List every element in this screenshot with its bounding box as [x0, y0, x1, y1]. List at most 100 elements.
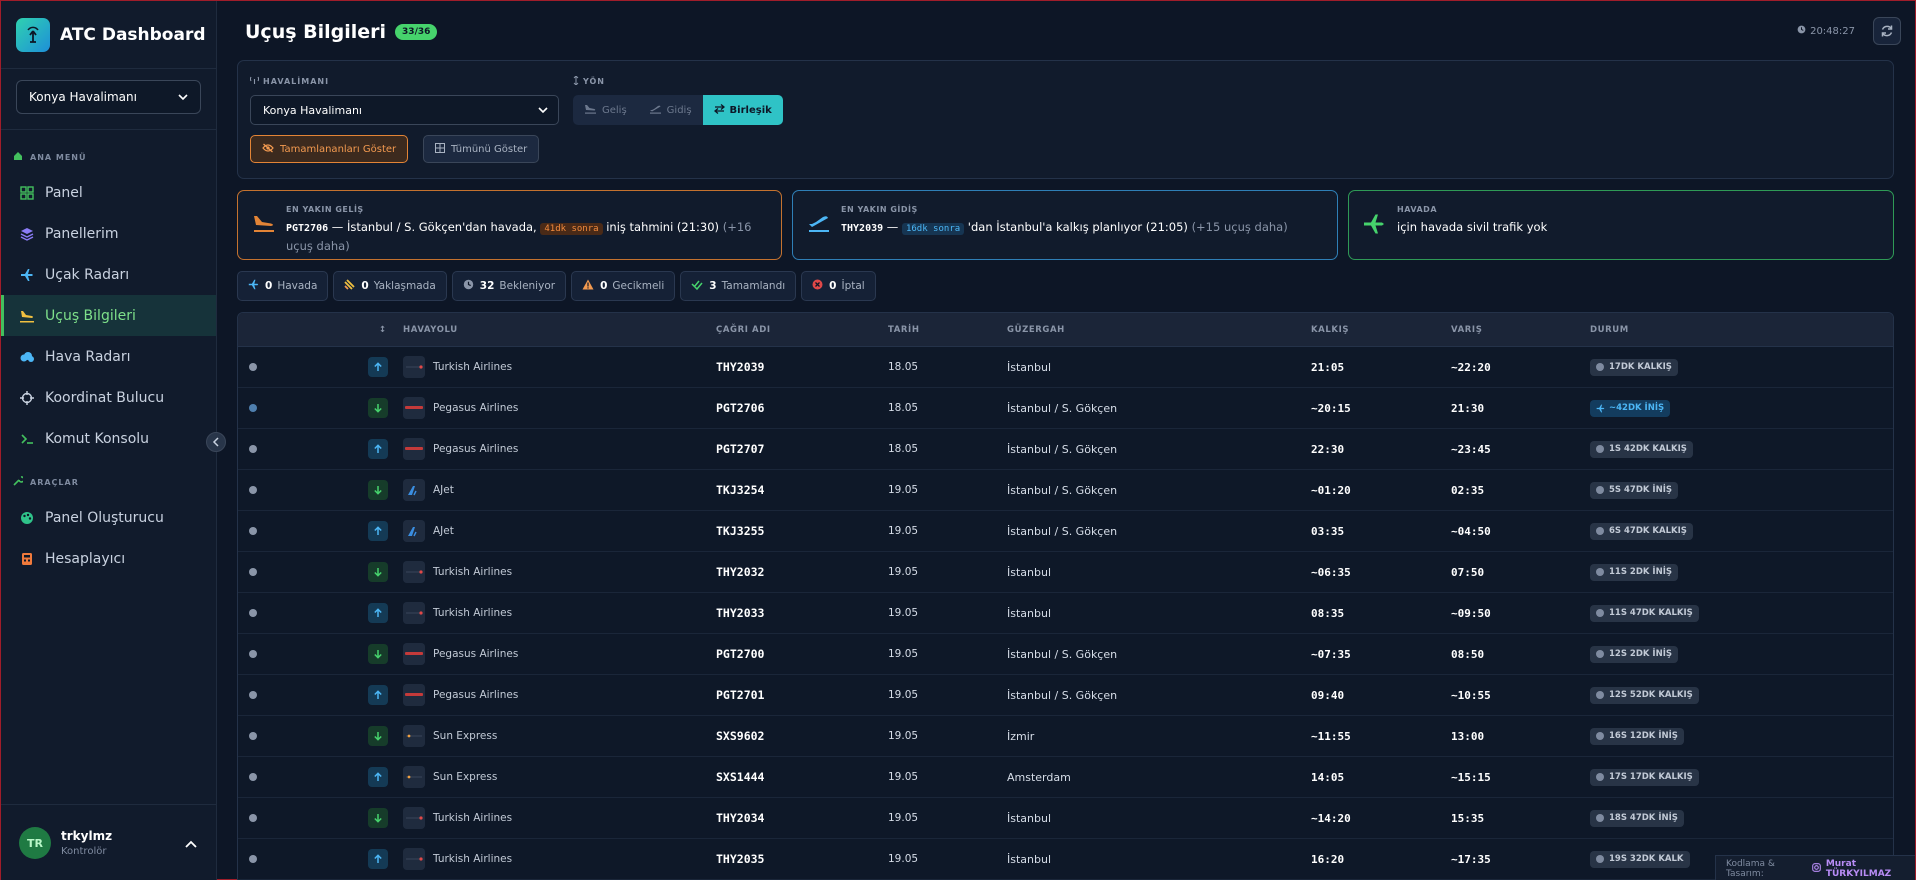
airline-logo [403, 643, 425, 665]
departure-callsign[interactable]: THY2039 [841, 223, 883, 234]
sidebar-item-komut-konsolu[interactable]: Komut Konsolu [1, 418, 216, 459]
sidebar-item-hava-radari[interactable]: Hava Radarı [1, 336, 216, 377]
user-profile[interactable]: TR trkylmz Kontrolör [1, 804, 217, 880]
stats-bar: 0 Havada 0 Yaklaşmada 32 Bekleniyor 0 Gecikm… [237, 271, 881, 301]
arrow-down-icon [368, 398, 388, 418]
row-status-dot [249, 854, 257, 863]
sidebar-collapse-button[interactable] [206, 432, 226, 452]
table-row[interactable]: Sun Express SXS1444 19.05 Amsterdam 14:05 ~15… [238, 757, 1893, 798]
table-row[interactable]: Turkish Airlines THY2035 19.05 İstanbul 16:2… [238, 839, 1893, 880]
stat-label: Yaklaşmada [373, 280, 436, 292]
stat-waiting[interactable]: 32 Bekleniyor [451, 271, 567, 301]
row-status-dot [249, 731, 257, 740]
show-completed-button[interactable]: Tamamlananları Göster [250, 135, 409, 163]
crosshair-icon [19, 390, 35, 406]
table-row[interactable]: Pegasus Airlines PGT2707 18.05 İstanbul / S… [238, 429, 1893, 470]
status-badge: 11S 47DK KALKIŞ [1590, 604, 1699, 622]
airborne-card: HAVADA için havada sivil trafik yok [1348, 190, 1894, 260]
flight-route: İstanbul / S. Gökçen [1007, 483, 1118, 497]
arrival-callsign[interactable]: PGT2706 [286, 223, 328, 234]
flight-date: 19.05 [888, 648, 919, 660]
arrival-card-text: PGT2706 — İstanbul / S. Gökçen'dan havad… [286, 220, 752, 253]
stat-cancelled[interactable]: 0 İptal [801, 271, 876, 301]
palette-icon [19, 510, 35, 526]
airport-select[interactable]: Konya Havalimanı [250, 95, 559, 125]
callsign: THY2035 [716, 852, 765, 866]
stat-value: 32 [479, 280, 495, 292]
sidebar-item-panel-olusturucu[interactable]: Panel Oluşturucu [1, 497, 216, 538]
col-departure[interactable]: KALKIŞ [1311, 325, 1451, 335]
layers-icon [19, 226, 35, 242]
sidebar-item-panel[interactable]: Panel [1, 172, 216, 213]
status-text: 17DK KALKIŞ [1609, 362, 1672, 372]
flight-route: İzmir [1007, 729, 1035, 743]
col-callsign[interactable]: ÇAĞRI ADI [716, 325, 888, 335]
sidebar-item-label: Komut Konsolu [45, 430, 150, 447]
direction-combined-button[interactable]: Birleşik [702, 95, 783, 125]
status-badge: 18S 47DK İNİŞ [1590, 809, 1684, 827]
nearest-arrival-card[interactable]: EN YAKIN GELİŞ PGT2706 — İstanbul / S. G… [237, 190, 782, 260]
col-status[interactable]: DURUM [1590, 325, 1893, 335]
table-row[interactable]: Pegasus Airlines PGT2700 19.05 İstanbul / S… [238, 634, 1893, 675]
stat-approach[interactable]: 0 Yaklaşmada [333, 271, 447, 301]
arrow-down-icon [368, 726, 388, 746]
plane-takeoff-icon [807, 213, 831, 237]
nearest-departure-card[interactable]: EN YAKIN GİDİŞ THY2039 — 16dk sonra 'dan… [792, 190, 1338, 260]
chevron-up-icon[interactable] [185, 835, 197, 854]
plane-landing-icon [584, 104, 597, 117]
col-direction-sort[interactable]: ↕ [302, 325, 403, 335]
arrow-up-icon [368, 849, 388, 869]
departure-time: ~01:20 [1311, 483, 1351, 497]
col-date[interactable]: TARİH [888, 325, 1007, 335]
departure-time: ~07:35 [1311, 647, 1351, 661]
table-row[interactable]: AJet TKJ3255 19.05 İstanbul / S. Gökçen 03:3… [238, 511, 1893, 552]
airline-name: Sun Express [433, 771, 498, 783]
stat-value: 0 [829, 280, 837, 292]
refresh-button[interactable] [1873, 17, 1901, 45]
departure-time: 14:05 [1311, 770, 1345, 784]
arrow-up-icon [368, 521, 388, 541]
sidebar-item-panellerim[interactable]: Panellerim [1, 213, 216, 254]
table-row[interactable]: Sun Express SXS9602 19.05 İzmir ~11:55 13:00 1… [238, 716, 1893, 757]
col-airline[interactable]: HAVAYOLU [403, 325, 716, 335]
airport-filter-label: HAVALİMANI [249, 76, 329, 86]
arrival-time: ~10:55 [1451, 688, 1491, 702]
airline-logo [403, 561, 425, 583]
sidebar-item-label: Uçuş Bilgileri [45, 307, 136, 324]
callsign: THY2032 [716, 565, 765, 579]
grid-icon [19, 185, 35, 201]
col-arrival[interactable]: VARIŞ [1451, 325, 1590, 335]
flight-route: İstanbul [1007, 852, 1052, 866]
table-row[interactable]: Turkish Airlines THY2032 19.05 İstanbul ~06:… [238, 552, 1893, 593]
table-row[interactable]: AJet TKJ3254 19.05 İstanbul / S. Gökçen ~01:… [238, 470, 1893, 511]
table-row[interactable]: Turkish Airlines THY2033 19.05 İstanbul 08:3… [238, 593, 1893, 634]
stat-delayed[interactable]: 0 Gecikmeli [571, 271, 676, 301]
sidebar-item-koordinat-bulucu[interactable]: Koordinat Bulucu [1, 377, 216, 418]
stat-value: 3 [709, 280, 717, 292]
stat-completed[interactable]: 3 Tamamlandı [680, 271, 797, 301]
table-row[interactable]: Turkish Airlines THY2039 18.05 İstanbul 21:0… [238, 347, 1893, 388]
table-row[interactable]: Pegasus Airlines PGT2706 18.05 İstanbul / S… [238, 388, 1893, 429]
status-badge: 19S 32DK KALK [1590, 850, 1690, 868]
row-status-dot [249, 567, 257, 576]
table-row[interactable]: Turkish Airlines THY2034 19.05 İstanbul ~14:… [238, 798, 1893, 839]
stat-value: 0 [600, 280, 608, 292]
sidebar-item-ucak-radari[interactable]: Uçak Radarı [1, 254, 216, 295]
col-route[interactable]: GÜZERGAH [1007, 325, 1311, 335]
sidebar-airport-select[interactable]: Konya Havalimanı [16, 80, 201, 114]
stat-label: Gecikmeli [612, 280, 665, 292]
airline-name: AJet [433, 525, 454, 537]
sidebar-item-ucus-bilgileri[interactable]: Uçuş Bilgileri [1, 295, 216, 336]
stat-label: Havada [277, 280, 318, 292]
sidebar-item-hesaplayici[interactable]: Hesaplayıcı [1, 538, 216, 579]
direction-arrival-button[interactable]: Geliş [573, 95, 638, 125]
table-row[interactable]: Pegasus Airlines PGT2701 19.05 İstanbul / S… [238, 675, 1893, 716]
callsign: PGT2706 [716, 401, 765, 415]
sidebar-item-label: Panel [45, 184, 83, 201]
direction-departure-button[interactable]: Gidiş [638, 95, 703, 125]
show-all-button[interactable]: Tümünü Göster [423, 135, 540, 163]
flight-count-badge: 33/36 [395, 24, 438, 40]
credits-author[interactable]: Murat TÜRKYILMAZ [1826, 859, 1915, 879]
stat-airborne[interactable]: 0 Havada [237, 271, 329, 301]
status-text: 16S 12DK İNİŞ [1609, 731, 1678, 741]
